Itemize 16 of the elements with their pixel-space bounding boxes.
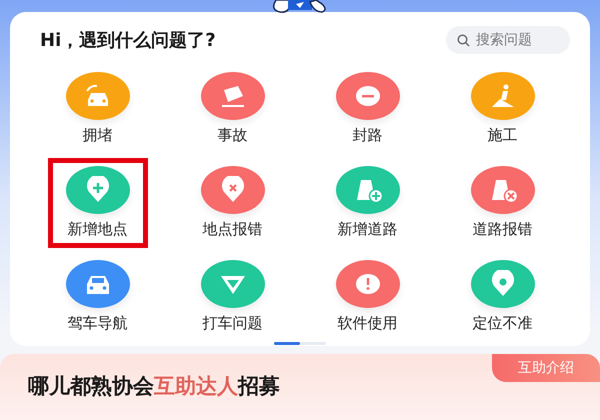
category-item[interactable]: 拥堵	[48, 64, 148, 154]
category-item[interactable]: 道路报错	[452, 158, 552, 248]
greeting-title: Hi，遇到什么问题了?	[40, 29, 216, 52]
category-item[interactable]: 施工	[452, 64, 552, 154]
category-item[interactable]: 驾车导航	[48, 252, 148, 342]
category-item[interactable]: 地点报错	[182, 158, 282, 248]
category-item[interactable]: 新增地点	[48, 158, 148, 248]
search-icon	[457, 34, 470, 47]
search-field[interactable]: 搜索问题	[446, 26, 570, 54]
category-item[interactable]: 定位不准	[452, 252, 552, 342]
category-item[interactable]: 封路	[318, 64, 418, 154]
banner-title: 哪儿都熟协会互助达人招募	[28, 373, 281, 400]
category-item[interactable]: 软件使用	[318, 252, 418, 342]
category-item[interactable]: 新增道路	[318, 158, 418, 248]
category-item[interactable]: 打车问题	[182, 252, 282, 342]
category-item[interactable]: 事故	[182, 64, 282, 154]
